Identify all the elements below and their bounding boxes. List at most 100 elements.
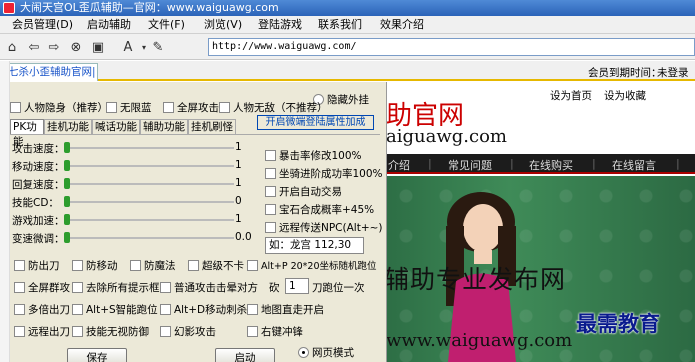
tab-shout[interactable]: 喊话功能 [92,119,140,135]
check-smart-reposition[interactable]: Alt+S智能跑位 [72,302,158,317]
kan-suffix: 刀跑位一次 [312,282,365,294]
nav-intro[interactable]: 介绍 [388,157,410,173]
slider-attack-speed[interactable]: 攻击速度： 1 [12,141,257,155]
slider-game-speedup[interactable]: 游戏加速： 1 [12,213,257,227]
slider-thumb[interactable] [64,232,70,243]
check-anti-move[interactable]: 防移动 [72,258,118,273]
check-label: 普通攻击击晕对方 [174,282,258,294]
check-auto-trade[interactable]: 开启自动交易 [265,184,342,199]
checkbox-box [247,259,258,271]
check-label: 人物无敌（不推荐） [233,102,328,114]
add-favorite-link[interactable]: 设为收藏 [604,88,646,103]
slider-speed-finetune[interactable]: 变速微调： 0.0 [12,231,257,245]
tab-assist[interactable]: 辅助功能 [140,119,188,135]
check-ranged-hit[interactable]: 远程出刀 [14,324,70,339]
web-mode-label: 网页模式 [312,347,354,359]
check-right-click-charge[interactable]: 右键冲锋 [247,324,303,339]
menu-member[interactable]: 会员管理(D) [12,18,73,32]
check-fullscreen-aoe[interactable]: 全屏群攻 [14,280,70,295]
nav-faq[interactable]: 常见问题 [448,157,492,173]
checkbox-box [160,326,171,337]
site-nav: 介绍 | 常见问题 | 在线购买 | 在线留言 | [386,154,695,174]
check-invisible[interactable]: 人物隐身（推荐） [10,100,108,115]
home-icon[interactable]: ⌂ [4,39,20,55]
nav-buy[interactable]: 在线购买 [529,157,573,173]
check-gem-synthesis[interactable]: 宝石合成概率+45% [265,202,374,217]
address-bar[interactable]: http://www.waiguawg.com/ [208,38,695,56]
tab-pk[interactable]: PK功能 [10,119,44,148]
check-label: 远程出刀 [28,326,70,338]
tab-official-site[interactable]: 七杀小歪辅助官网|大 [3,63,98,95]
check-move-stab[interactable]: Alt+D移动刺杀 [160,302,247,317]
menu-effects[interactable]: 效果介绍 [380,18,424,32]
checkbox-box [247,326,258,337]
web-mode-radio[interactable]: 网页模式 [298,345,354,360]
checkbox-box [265,150,276,161]
check-no-lag[interactable]: 超级不卡 [188,258,244,273]
check-map-direct-walk[interactable]: 地图直走开启 [247,302,324,317]
slider-track [64,147,234,149]
slider-label: 技能CD： [12,197,59,209]
tab-afk-monster[interactable]: 挂机刷怪 [188,119,236,135]
slider-recovery-speed[interactable]: 回复速度： 1 [12,177,257,191]
check-infinite-mana[interactable]: 无限蓝 [106,100,152,115]
micro-login-bonus-link[interactable]: 开启微端登陆属性加成 [257,115,374,130]
nav-separator: | [510,157,514,170]
checkbox-box [14,304,25,315]
check-label: 防出刀 [28,260,60,272]
slider-thumb[interactable] [64,196,70,207]
slider-thumb[interactable] [64,160,70,171]
tools-icon[interactable]: ✎ [150,39,166,55]
slider-thumb[interactable] [64,178,70,189]
slider-skill-cd[interactable]: 技能CD： 0 [12,195,257,209]
site-domain: aiguawg.com [386,126,507,147]
check-label: 远程传送NPC(Alt+~) [279,222,383,234]
slider-label: 回复速度： [12,179,65,191]
hide-plugin-label: 隐藏外挂 [327,94,369,106]
check-label: 防魔法 [144,260,176,272]
slider-value: 0 [235,195,242,207]
start-button[interactable]: 启动 [215,348,275,362]
check-crit-rate[interactable]: 暴击率修改100% [265,148,362,163]
forward-icon[interactable]: ⇨ [46,39,62,55]
tab-afk[interactable]: 挂机功能 [44,119,92,135]
check-anti-magic[interactable]: 防魔法 [130,258,176,273]
check-phantom-attack[interactable]: 幻影攻击 [160,324,216,339]
check-mount-upgrade[interactable]: 坐骑进阶成功率100% [265,166,383,181]
set-homepage-link[interactable]: 设为首页 [550,88,592,103]
kan-count-input[interactable]: 1 [285,278,309,294]
refresh-icon[interactable]: ▣ [90,39,106,55]
check-label: Alt+D移动刺杀 [174,304,248,316]
font-icon[interactable]: A [120,39,136,55]
check-random-position[interactable]: Alt+P 20*20坐标随机跑位 [247,258,377,272]
slider-move-speed[interactable]: 移动速度： 1 [12,159,257,173]
save-button[interactable]: 保存 [67,348,127,362]
stop-icon[interactable]: ⊗ [68,39,84,55]
banner-domain: www.waiguawg.com [386,330,573,351]
check-invincible[interactable]: 人物无敌（不推荐） [219,100,328,115]
menu-start-assist[interactable]: 启动辅助 [87,18,131,32]
menu-file[interactable]: 文件(F) [148,18,185,32]
slider-thumb[interactable] [64,214,70,225]
checkbox-box [265,222,276,233]
web-page: 助官网 aiguawg.com 设为首页 设为收藏 介绍 | 常见问题 | 在线… [386,82,695,362]
expiry-label: 会员到期时间： [588,67,662,79]
menu-view[interactable]: 浏览(V) [204,18,242,32]
check-ignore-defense[interactable]: 技能无视防御 [72,324,149,339]
check-anti-attack[interactable]: 防出刀 [14,258,60,273]
menu-contact[interactable]: 联系我们 [318,18,362,32]
menu-bar: 会员管理(D) 启动辅助 文件(F) 浏览(V) 登陆游戏 联系我们 效果介绍 [0,16,695,34]
check-remove-prompts[interactable]: 去除所有提示框 [72,280,160,295]
teleport-coord-input[interactable]: 如：龙宫 112,30 [265,237,364,254]
menu-login-game[interactable]: 登陆游戏 [258,18,302,32]
slider-track [64,201,234,203]
nav-message[interactable]: 在线留言 [612,157,656,173]
check-fullscreen-attack[interactable]: 全屏攻击 [163,100,219,115]
back-icon[interactable]: ⇦ [26,39,42,55]
check-stun-attack[interactable]: 普通攻击击晕对方 [160,280,258,295]
slider-thumb[interactable] [64,142,70,153]
checkbox-box [188,260,199,271]
check-remote-teleport[interactable]: 远程传送NPC(Alt+~) [265,220,383,235]
checkbox-box [72,326,83,337]
check-multi-hit[interactable]: 多倍出刀 [14,302,70,317]
